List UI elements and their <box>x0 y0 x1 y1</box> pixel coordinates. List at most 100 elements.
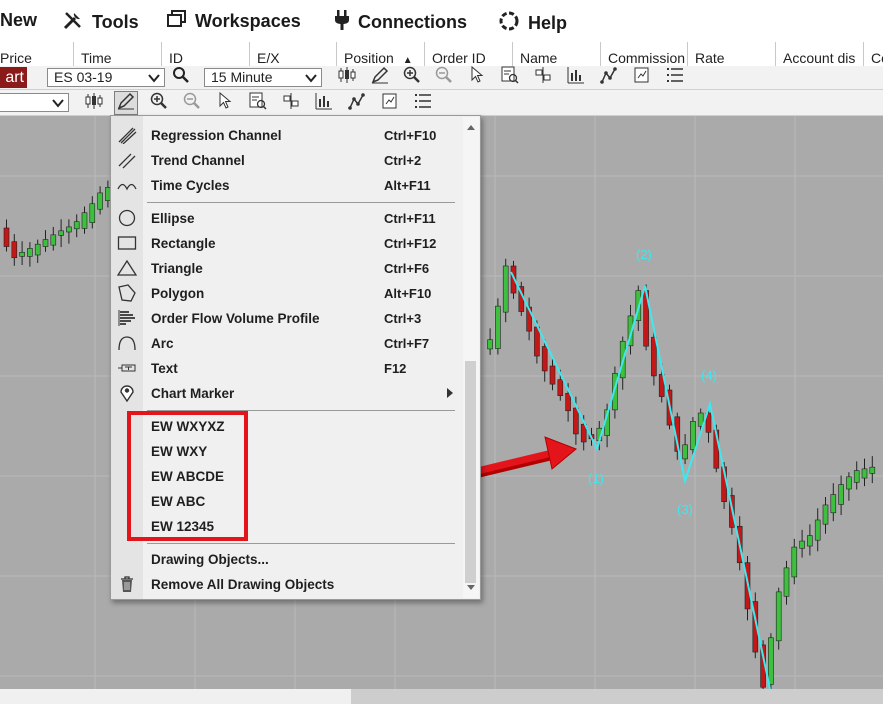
list-icon <box>666 66 684 89</box>
menu-tools[interactable]: Tools <box>62 10 139 35</box>
col-position[interactable]: Position ▲ <box>337 42 425 66</box>
chart-style-button[interactable] <box>83 92 105 114</box>
properties-button[interactable] <box>664 66 686 88</box>
candle-up <box>853 470 860 483</box>
menu-new[interactable]: New <box>0 10 37 31</box>
indicators-icon <box>567 66 585 89</box>
col-id[interactable]: ID <box>162 42 250 66</box>
candle-up <box>775 591 782 642</box>
plug-icon <box>334 10 350 35</box>
indicators-button[interactable] <box>565 66 587 88</box>
candle-down <box>651 336 657 377</box>
scroll-up-arrow-icon[interactable] <box>467 125 475 130</box>
chart-trader-icon <box>534 66 552 89</box>
menu-item-ellipse[interactable]: Ellipse Ctrl+F11 <box>111 206 463 230</box>
elliott-wave-line[interactable] <box>510 271 771 689</box>
candle-up <box>89 203 96 223</box>
pointer-button[interactable] <box>466 65 488 89</box>
templates-button[interactable] <box>379 92 401 114</box>
chevron-down-icon <box>52 96 64 113</box>
chart-trader-button[interactable] <box>532 66 554 88</box>
candle-up <box>42 239 49 247</box>
zoom-out-button[interactable] <box>181 92 203 114</box>
col-order-id[interactable]: Order ID <box>425 42 513 66</box>
menu-item-remove-all-drawing-objects[interactable]: Remove All Drawing Objects <box>111 572 463 596</box>
candle-up <box>73 221 80 230</box>
horizontal-scrollbar[interactable] <box>0 689 883 704</box>
chart-tab-button[interactable]: art <box>0 67 27 88</box>
strategies-button[interactable] <box>346 92 368 114</box>
candle-up <box>27 248 33 257</box>
candlestick-icon <box>85 92 103 115</box>
pointer-icon <box>469 65 485 89</box>
strategies-button[interactable] <box>598 66 620 88</box>
menu-separator <box>147 543 455 544</box>
zoom-in-icon <box>150 92 168 115</box>
menu-item-rectangle[interactable]: Rectangle Ctrl+F12 <box>111 231 463 255</box>
zoom-out-icon <box>183 92 201 115</box>
candle-up <box>97 192 103 210</box>
menu-workspaces[interactable]: Workspaces <box>167 10 301 33</box>
list-icon <box>414 92 432 115</box>
arc-icon <box>117 334 137 352</box>
col-co[interactable]: Co <box>864 42 883 66</box>
sort-ascending-icon: ▲ <box>402 55 413 66</box>
data-box-button[interactable] <box>247 92 269 114</box>
menu-help[interactable]: Help <box>498 10 567 37</box>
candle-up <box>19 252 25 257</box>
candle-down <box>557 379 564 396</box>
menu-item-trend-channel[interactable]: Trend Channel Ctrl+2 <box>111 148 463 172</box>
menu-scroll-thumb[interactable] <box>465 361 476 583</box>
col-name[interactable]: Name <box>513 42 601 66</box>
zoom-in-button[interactable] <box>401 66 423 88</box>
menu-item-text[interactable]: Text F12 <box>111 356 463 380</box>
properties-button[interactable] <box>412 92 434 114</box>
menu-item-regression-channel[interactable]: Regression Channel Ctrl+F10 <box>111 123 463 147</box>
wave-label-4: (4) <box>701 368 717 383</box>
chart-trader-button[interactable] <box>280 92 302 114</box>
col-time[interactable]: Time <box>74 42 162 66</box>
drawing-tools-button-active[interactable] <box>114 91 138 115</box>
menu-item-triangle[interactable]: Triangle Ctrl+F6 <box>111 256 463 280</box>
horizontal-scroll-thumb[interactable] <box>351 689 883 704</box>
pointer-button[interactable] <box>214 91 236 114</box>
time-cycles-icon <box>117 176 137 194</box>
menu-item-polygon[interactable]: Polygon Alt+F10 <box>111 281 463 305</box>
instrument-selector-secondary[interactable] <box>0 93 69 112</box>
col-rate[interactable]: Rate <box>688 42 776 66</box>
volume-profile-icon <box>117 309 137 327</box>
trend-channel-icon <box>117 151 137 169</box>
indicators-button[interactable] <box>313 92 335 114</box>
menu-item-drawing-objects[interactable]: Drawing Objects... <box>111 547 463 571</box>
menu-item-time-cycles[interactable]: Time Cycles Alt+F11 <box>111 173 463 197</box>
col-price[interactable]: Price <box>0 42 74 66</box>
zoom-out-button[interactable] <box>433 66 455 88</box>
pencil-icon <box>371 66 389 89</box>
column-headers: Price Time ID E/X Position ▲ Order ID Na… <box>0 42 883 66</box>
menu-vertical-scrollbar[interactable] <box>463 117 479 598</box>
templates-button[interactable] <box>631 66 653 88</box>
chart-style-button[interactable] <box>336 66 358 88</box>
interval-selector[interactable]: 15 Minute <box>204 68 322 87</box>
col-account-display[interactable]: Account dis <box>776 42 864 66</box>
instrument-selector[interactable]: ES 03-19 <box>47 68 165 87</box>
candle-up <box>690 421 696 451</box>
help-icon <box>498 10 520 37</box>
menu-bar: New Tools Workspaces Connections Help <box>0 0 883 40</box>
menu-item-arc[interactable]: Arc Ctrl+F7 <box>111 331 463 355</box>
instrument-search-button[interactable] <box>170 66 192 88</box>
data-box-button[interactable] <box>499 66 521 88</box>
menu-item-chart-marker[interactable]: Chart Marker <box>111 381 463 405</box>
menu-connections[interactable]: Connections <box>334 10 467 35</box>
col-ex[interactable]: E/X <box>250 42 337 66</box>
candle-up <box>495 305 501 349</box>
menu-item-order-flow-volume-profile[interactable]: Order Flow Volume Profile Ctrl+3 <box>111 306 463 330</box>
candle-up <box>846 476 852 490</box>
submenu-arrow-icon <box>447 388 453 398</box>
col-commission[interactable]: Commission <box>601 42 688 66</box>
annotation-highlight-box <box>127 411 248 541</box>
zoom-in-button[interactable] <box>148 92 170 114</box>
drawing-tools-button[interactable] <box>369 66 391 88</box>
tools-icon <box>62 10 84 35</box>
scroll-down-arrow-icon[interactable] <box>467 585 475 590</box>
